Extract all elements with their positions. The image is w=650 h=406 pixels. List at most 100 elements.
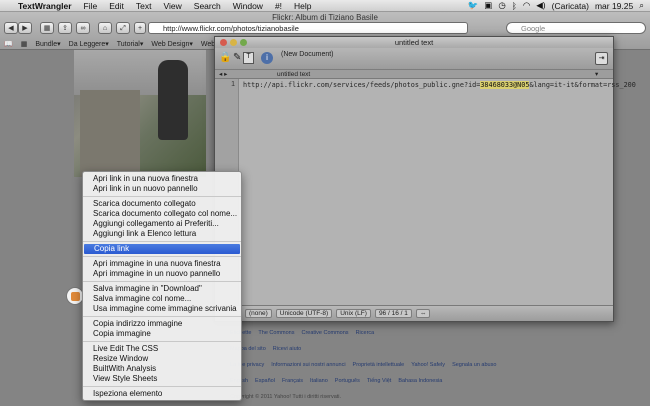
- document-drawer-icon[interactable]: ⇥: [595, 52, 608, 65]
- tabs-button[interactable]: ▦: [40, 22, 54, 34]
- footer-link[interactable]: Creative Commons: [301, 330, 348, 336]
- footer-languages: English Español Français Italiano Portug…: [230, 378, 650, 384]
- menu-separator: [83, 316, 241, 317]
- context-menu: Apri link in una nuova finestra Apri lin…: [82, 171, 242, 401]
- lang-link[interactable]: Français: [282, 378, 303, 384]
- lang-link[interactable]: Italiano: [310, 378, 328, 384]
- footer-link[interactable]: Ricevi aiuto: [273, 346, 301, 352]
- forward-button[interactable]: ▶: [18, 22, 32, 34]
- address-bar[interactable]: http://www.flickr.com/photos/tizianobasi…: [148, 22, 468, 34]
- bluetooth-icon[interactable]: ᛒ: [512, 1, 517, 11]
- footer-link[interactable]: Segnala un abuso: [452, 362, 496, 368]
- lang-link[interactable]: Tiếng Việt: [367, 378, 391, 384]
- minimize-window-button[interactable]: [230, 39, 237, 46]
- lock-icon[interactable]: 🔒: [219, 52, 231, 63]
- tw-window-title: untitled text: [394, 38, 434, 47]
- clock-icon[interactable]: ◷: [498, 0, 505, 11]
- footer-link[interactable]: Proprietà intellettuale: [353, 362, 405, 368]
- bookmark-da-leggere[interactable]: Da Leggere▾: [69, 40, 109, 48]
- reading-list-button[interactable]: ∞: [76, 22, 90, 34]
- menu-item-open-image-new-window[interactable]: Apri immagine in una nuova finestra: [83, 259, 241, 269]
- menu-search[interactable]: Search: [188, 1, 227, 11]
- pencil-icon[interactable]: ✎: [233, 52, 241, 63]
- bookmarks-icon[interactable]: 📖: [4, 40, 13, 48]
- line-number: 1: [231, 81, 235, 88]
- resize-icon: ⤢: [120, 25, 126, 32]
- twitter-icon[interactable]: 🐦: [468, 0, 479, 11]
- search-input[interactable]: Google: [506, 22, 646, 34]
- menu-view[interactable]: View: [158, 1, 188, 11]
- menu-item-open-link-new-window[interactable]: Apri link in una nuova finestra: [83, 174, 241, 184]
- encoding-popup[interactable]: Unicode (UTF-8): [275, 309, 333, 318]
- tw-toolbar: 🔒 ✎ T i (New Document) ⇥: [215, 48, 613, 70]
- menu-item-inspect-element[interactable]: Ispeziona elemento: [83, 389, 241, 399]
- menu-item-builtwith[interactable]: BuiltWith Analysis: [83, 364, 241, 374]
- bookmark-tutorial[interactable]: Tutorial▾: [117, 40, 144, 48]
- menu-item-save-image-downloads[interactable]: Salva immagine in "Download": [83, 284, 241, 294]
- footer-link[interactable]: Yahoo! Safely: [411, 362, 445, 368]
- status-resize-icon[interactable]: ⇔: [415, 309, 431, 318]
- footer-link[interactable]: The Commons: [258, 330, 294, 336]
- info-icon[interactable]: i: [261, 52, 273, 64]
- tw-doc-popup[interactable]: untitled text: [277, 70, 310, 79]
- menu-item-live-edit-css[interactable]: Live Edit The CSS: [83, 344, 241, 354]
- menu-item-use-as-desktop[interactable]: Usa immagine come immagine scrivania: [83, 304, 241, 314]
- menu-item-resize-window[interactable]: Resize Window: [83, 354, 241, 364]
- add-bookmark-button[interactable]: +: [134, 22, 146, 34]
- code-prefix: http://api.flickr.com/services/feeds/pho…: [243, 81, 481, 89]
- battery-status[interactable]: (Caricata): [552, 1, 589, 11]
- menu-separator: [83, 256, 241, 257]
- menu-item-view-style-sheets[interactable]: View Style Sheets: [83, 374, 241, 384]
- share-button[interactable]: ⇪: [58, 22, 72, 34]
- text-editor[interactable]: 1 http://api.flickr.com/services/feeds/p…: [215, 79, 636, 305]
- menu-edit[interactable]: Edit: [103, 1, 130, 11]
- back-button[interactable]: ◀: [4, 22, 18, 34]
- close-window-button[interactable]: [220, 39, 227, 46]
- forward-arrow-icon: ▶: [22, 25, 28, 32]
- menu-item-add-to-reading-list[interactable]: Aggiungi link a Elenco lettura: [83, 229, 241, 239]
- footer-row-2: Mappa del sito Ricevi aiuto: [230, 346, 650, 352]
- menu-text[interactable]: Text: [130, 1, 158, 11]
- menu-bar: TextWrangler File Edit Text View Search …: [0, 0, 650, 12]
- bookmark-bundle[interactable]: Bundle▾: [35, 40, 60, 48]
- menu-item-copy-image[interactable]: Copia immagine: [83, 329, 241, 339]
- album-photo[interactable]: [74, 50, 206, 177]
- menu-window[interactable]: Window: [227, 1, 269, 11]
- menu-item-add-link-to-bookmarks[interactable]: Aggiungi collegamento ai Preferiti...: [83, 219, 241, 229]
- menu-file[interactable]: File: [78, 1, 104, 11]
- menu-help[interactable]: Help: [288, 1, 317, 11]
- lang-link[interactable]: Español: [255, 378, 275, 384]
- menu-item-open-image-new-tab[interactable]: Apri immagine in un nuovo pannello: [83, 269, 241, 279]
- top-sites-icon[interactable]: ▦: [21, 40, 28, 48]
- function-popup-icon[interactable]: ▾: [595, 70, 598, 79]
- menu-script[interactable]: #!: [269, 1, 288, 11]
- resize-button[interactable]: ⤢: [116, 22, 130, 34]
- editor-text[interactable]: http://api.flickr.com/services/feeds/pho…: [243, 81, 636, 89]
- bookmark-web-design[interactable]: Web Design▾: [151, 40, 193, 48]
- text-options-icon[interactable]: T: [243, 52, 254, 64]
- menu-separator: [83, 241, 241, 242]
- menu-item-open-link-new-tab[interactable]: Apri link in un nuovo pannello: [83, 184, 241, 194]
- menu-item-download-linked-file[interactable]: Scarica documento collegato: [83, 199, 241, 209]
- nav-arrows-icon[interactable]: ◂ ▸: [219, 70, 227, 79]
- lang-link[interactable]: Português: [335, 378, 360, 384]
- home-button[interactable]: ⌂: [98, 22, 112, 34]
- lang-link[interactable]: Bahasa Indonesia: [398, 378, 442, 384]
- wifi-icon[interactable]: ◠: [523, 0, 530, 11]
- volume-icon[interactable]: ◀): [536, 0, 545, 11]
- menu-item-copy-image-address[interactable]: Copia indirizzo immagine: [83, 319, 241, 329]
- syntax-popup[interactable]: (none): [245, 309, 272, 318]
- footer-link[interactable]: Informazioni sui nostri annunci: [271, 362, 345, 368]
- spotlight-icon[interactable]: ⌕: [639, 0, 644, 11]
- zoom-window-button[interactable]: [240, 39, 247, 46]
- share-icon: ⇪: [62, 25, 68, 32]
- footer-link[interactable]: Ricerca: [356, 330, 375, 336]
- app-menu[interactable]: TextWrangler: [12, 1, 78, 11]
- linebreak-popup[interactable]: Unix (LF): [336, 309, 371, 318]
- dropbox-icon[interactable]: ▣: [484, 0, 492, 11]
- menu-item-download-linked-file-as[interactable]: Scarica documento collegato col nome...: [83, 209, 241, 219]
- menubar-clock[interactable]: mar 19.25: [595, 1, 633, 11]
- menu-item-copy-link[interactable]: Copia link: [84, 244, 240, 254]
- menu-item-save-image-as[interactable]: Salva immagine col nome...: [83, 294, 241, 304]
- menu-separator: [83, 341, 241, 342]
